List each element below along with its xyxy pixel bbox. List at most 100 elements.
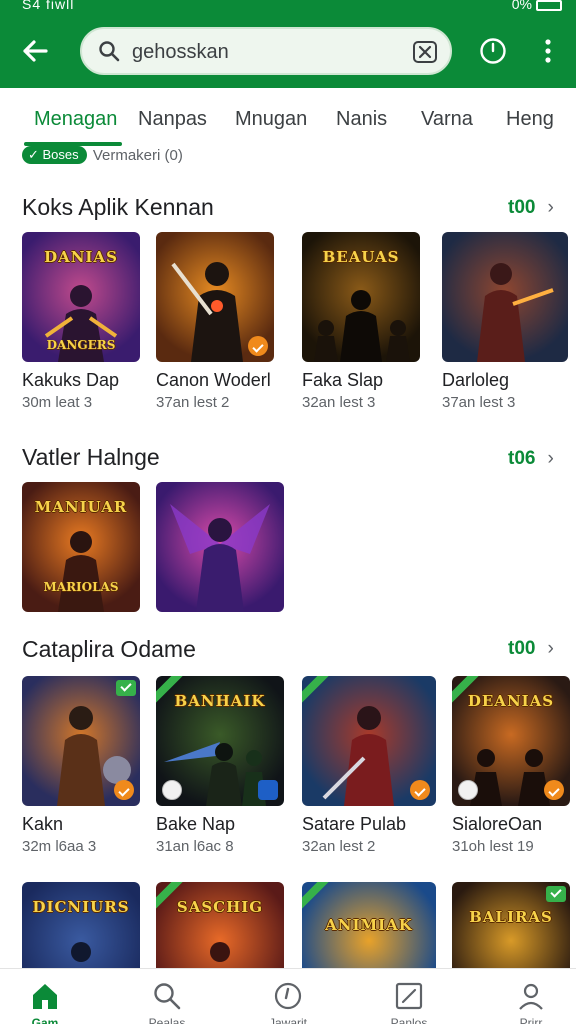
- app-thumbnail[interactable]: BEAUAS: [302, 232, 420, 362]
- edit-icon: [395, 982, 423, 1010]
- hero-figure-icon: [210, 942, 230, 962]
- search-bar[interactable]: [80, 27, 452, 75]
- hero-figure-icon: [322, 706, 394, 806]
- status-battery: 0%: [512, 0, 562, 12]
- filter-row: ✓ Boses Vermakeri (0): [22, 146, 183, 168]
- nav-label: Gam: [31, 1016, 59, 1024]
- chevron-right-icon: ›: [547, 448, 554, 469]
- update-badge-icon: [546, 886, 566, 902]
- nav-item-profile[interactable]: Prirr: [486, 969, 576, 1024]
- section-more-count: t00: [508, 197, 536, 218]
- tab-nanis[interactable]: Nanis: [336, 108, 387, 131]
- battery-icon: [536, 0, 562, 11]
- art-title: ANIMIAK: [325, 916, 413, 934]
- app-thumbnail[interactable]: MANIUAR MARIOLAS: [22, 482, 140, 612]
- app-meta: 37an lest 3: [442, 394, 516, 411]
- person-icon: [519, 983, 543, 1010]
- app-thumbnail[interactable]: DEANIAS: [452, 676, 570, 806]
- app-name: Kakn: [22, 814, 64, 834]
- art-title: BEAUAS: [322, 248, 400, 266]
- clock-icon: [274, 982, 302, 1010]
- app-name: SialoreOan: [452, 814, 543, 834]
- clear-search-icon[interactable]: [412, 39, 438, 65]
- tab-menagan[interactable]: Menagan: [34, 108, 117, 131]
- section-more-count: t00: [508, 638, 536, 659]
- search-icon: [99, 41, 120, 62]
- search-icon: [154, 983, 181, 1010]
- chevron-right-icon: ›: [547, 638, 554, 659]
- art-title: DICNIURS: [32, 898, 130, 916]
- info-badge-icon: [162, 780, 182, 800]
- app-bar: S4 fiwll 0%: [0, 0, 576, 88]
- hero-figure-icon: [170, 504, 270, 612]
- app-name: Kakuks Dap: [22, 370, 120, 390]
- platform-badge-icon: [258, 780, 278, 800]
- app-meta: 32m l6aa 3: [22, 838, 97, 855]
- app-thumbnail[interactable]: [302, 676, 436, 806]
- filter-chip-label: Boses: [42, 147, 79, 163]
- app-thumbnail[interactable]: DANIAS DANGERS: [22, 232, 140, 362]
- app-meta: 37an lest 2: [156, 394, 230, 411]
- tab-nanpas[interactable]: Nanpas: [138, 108, 207, 131]
- chevron-right-icon: ›: [547, 197, 554, 218]
- nav-label: Prirr: [519, 1016, 543, 1024]
- app-name: Satare Pulab: [302, 814, 407, 834]
- hero-figure-icon: [314, 290, 410, 362]
- tab-mnugan[interactable]: Mnugan: [235, 108, 307, 131]
- nav-item-history[interactable]: Jawarit: [243, 969, 333, 1024]
- ribbon-icon: [302, 882, 334, 913]
- filter-chip[interactable]: ✓ Boses: [22, 146, 87, 165]
- section-title: Koks Aplik Kennan: [22, 194, 214, 220]
- home-icon: [33, 984, 57, 1009]
- app-meta: 30m leat 3: [22, 394, 93, 411]
- app-thumbnail[interactable]: [156, 232, 274, 362]
- art-subtitle: DANGERS: [46, 338, 116, 352]
- tab-varna[interactable]: Varna: [421, 108, 473, 131]
- nav-label: Panlos: [390, 1016, 428, 1024]
- art-title: BALIRAS: [469, 908, 553, 926]
- tab-heng[interactable]: Heng: [506, 108, 554, 131]
- back-arrow-icon[interactable]: [18, 34, 52, 68]
- verified-badge-icon: [544, 780, 564, 800]
- section-more-link[interactable]: t06 ›: [508, 448, 554, 470]
- section-more-count: t06: [508, 448, 536, 469]
- nav-item-home[interactable]: Gam: [0, 969, 90, 1024]
- art-title: DANIAS: [44, 248, 118, 266]
- app-name: Bake Nap: [156, 814, 236, 834]
- verified-badge-icon: [410, 780, 430, 800]
- more-options-icon[interactable]: [538, 36, 558, 66]
- bottom-navigation: Gam Pealas Jawarit Panlos Prirr: [0, 968, 576, 1024]
- hero-figure-icon: [71, 942, 91, 962]
- app-meta: 31oh lest 19: [452, 838, 534, 855]
- hero-figure-icon: [477, 263, 554, 362]
- section-more-link[interactable]: t00 ›: [508, 638, 554, 660]
- art-title: DEANIAS: [467, 692, 555, 710]
- info-badge-icon: [458, 780, 478, 800]
- section-title: Vatler Halnge: [22, 444, 160, 470]
- timer-icon[interactable]: [478, 36, 508, 66]
- nav-item-edit[interactable]: Panlos: [364, 969, 454, 1024]
- section-title: Cataplira Odame: [22, 636, 196, 662]
- update-badge-icon: [116, 680, 136, 696]
- art-subtitle: MARIOLAS: [43, 580, 119, 594]
- app-thumbnail[interactable]: [442, 232, 568, 362]
- art-title: BANHAIK: [174, 692, 266, 710]
- filter-text: Vermakeri (0): [92, 146, 183, 164]
- nav-item-search[interactable]: Pealas: [122, 969, 212, 1024]
- category-tabs: Menagan Nanpas Mnugan Nanis Varna Heng: [0, 100, 576, 140]
- battery-percent: 0%: [511, 0, 532, 12]
- nav-label: Pealas: [148, 1016, 186, 1024]
- nav-label: Jawarit: [268, 1016, 307, 1024]
- verified-badge-icon: [248, 336, 268, 356]
- app-meta: 31an l6ac 8: [156, 838, 234, 855]
- app-thumbnail[interactable]: [156, 482, 284, 612]
- art-title: SASCHIG: [176, 898, 264, 916]
- status-bar: S4 fiwll 0%: [0, 0, 576, 16]
- app-meta: 32an lest 2: [302, 838, 376, 855]
- app-thumbnail[interactable]: BANHAIK: [156, 676, 284, 806]
- app-thumbnail[interactable]: [22, 676, 140, 806]
- section-more-link[interactable]: t00 ›: [508, 197, 554, 219]
- hero-figure-icon: [58, 531, 104, 612]
- app-name: Faka Slap: [302, 370, 384, 390]
- search-input[interactable]: [132, 38, 402, 66]
